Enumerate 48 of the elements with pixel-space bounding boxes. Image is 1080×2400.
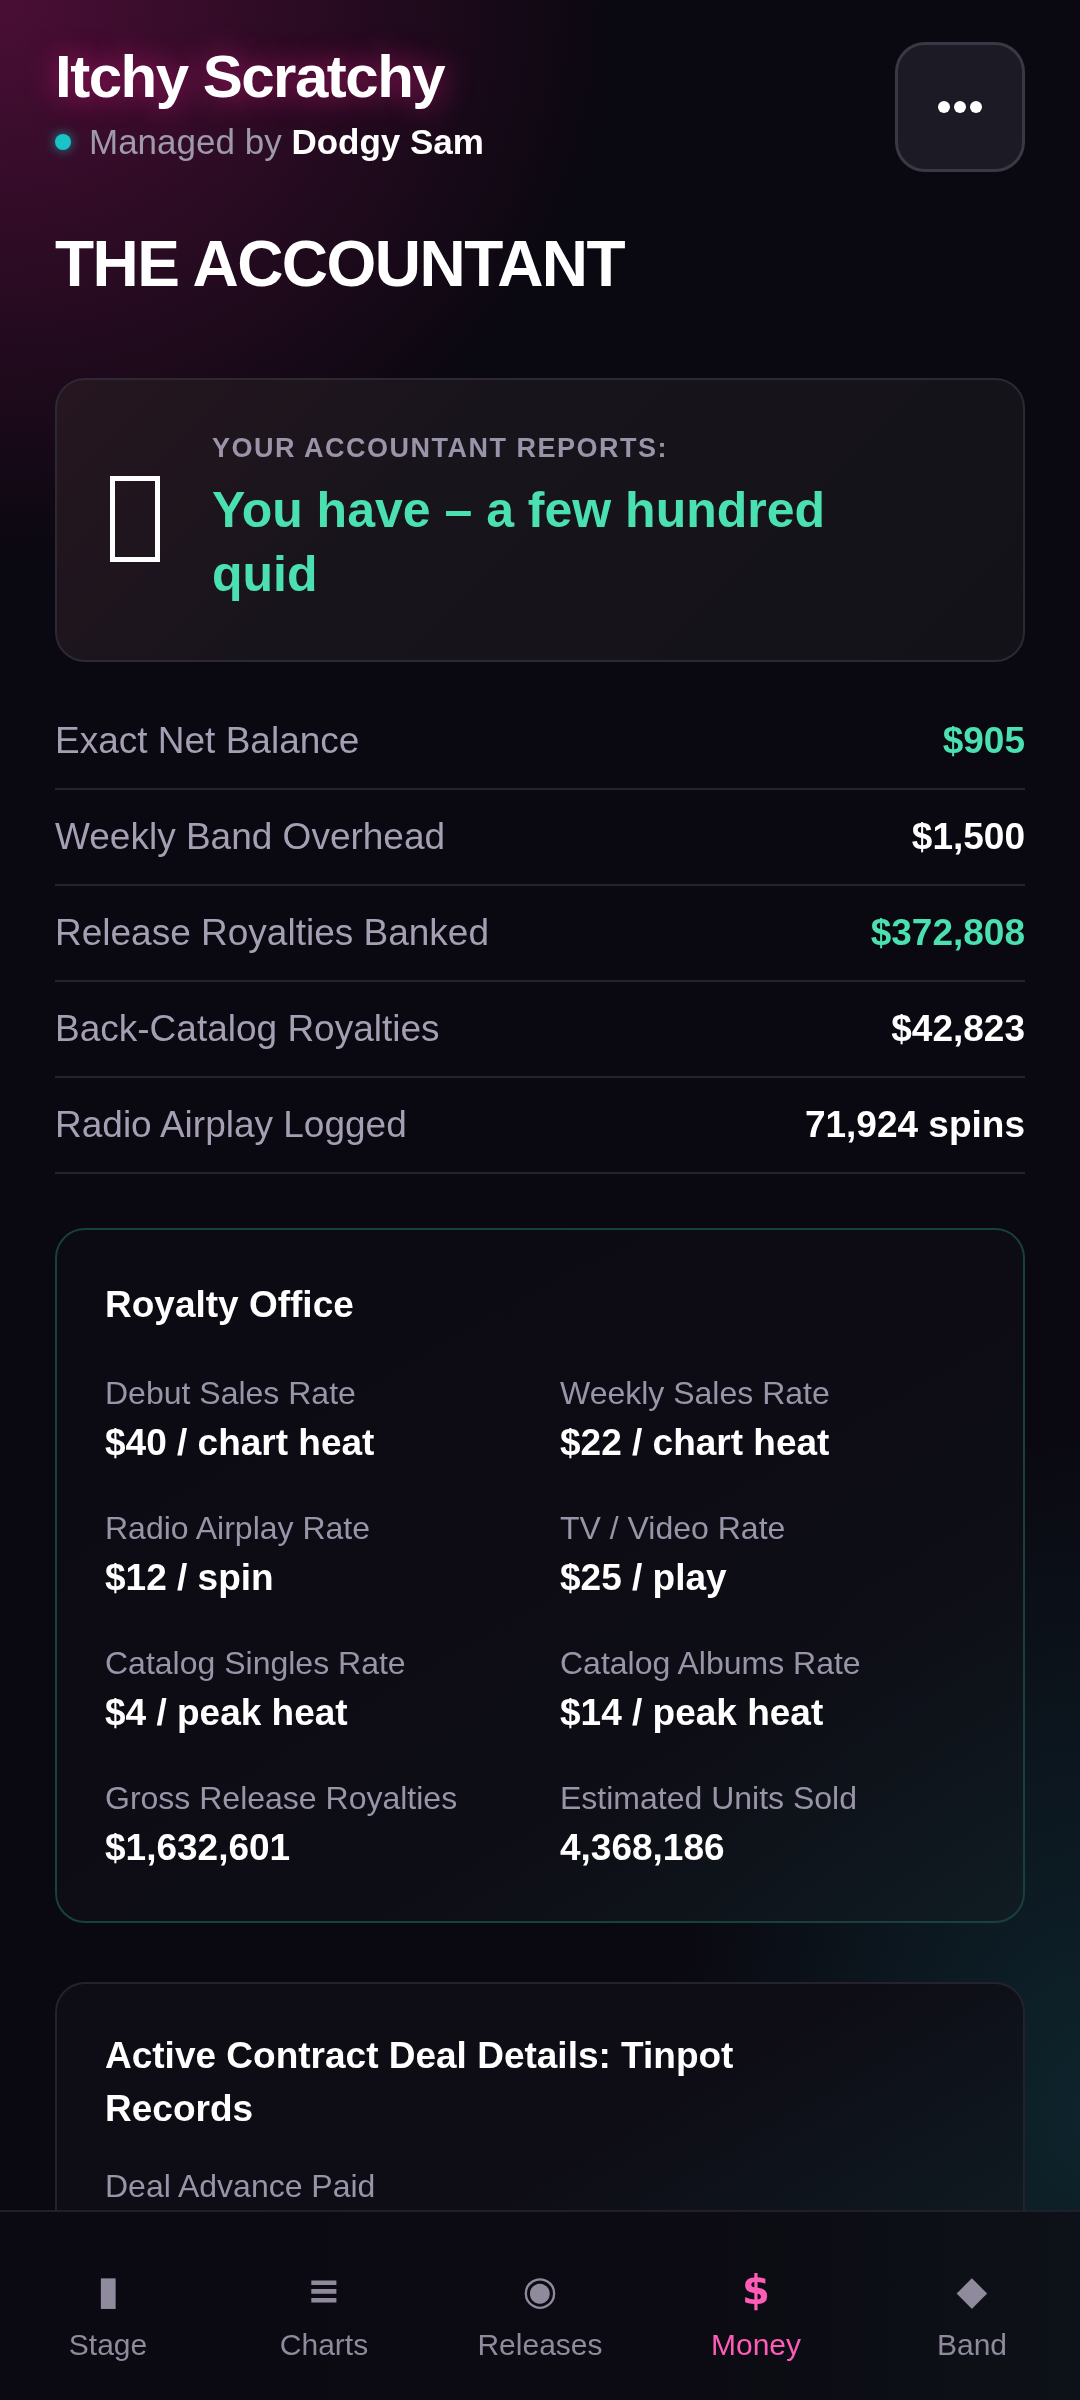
stat-label: Catalog Singles Rate	[105, 1644, 407, 1683]
summary-label: Back-Catalog Royalties	[55, 1007, 440, 1051]
summary-label: Exact Net Balance	[55, 719, 360, 763]
stat-label: Radio Airplay Rate	[105, 1509, 372, 1548]
empty-box-icon	[110, 475, 160, 562]
summary-label: Weekly Band Overhead	[55, 815, 446, 859]
summary-value: $905	[942, 719, 1025, 763]
nav-tab[interactable]: ≡ Charts	[216, 2212, 432, 2400]
summary-value: $372,808	[870, 911, 1025, 955]
stat-value: $14 / peak heat	[560, 1691, 825, 1735]
band-name: Itchy Scratchy	[55, 42, 445, 112]
summary-value: $1,500	[911, 815, 1025, 859]
page-title: THE ACCOUNTANT	[55, 227, 626, 302]
summary-value: 71,924 spins	[804, 1103, 1025, 1147]
dollar-icon: $	[742, 2265, 770, 2315]
manager-text: Managed by Dodgy Sam	[89, 121, 484, 163]
stat-value: 4,368,186	[560, 1826, 726, 1870]
summary-label: Radio Airplay Logged	[55, 1103, 407, 1147]
more-button[interactable]	[895, 42, 1025, 172]
report-verdict: You have – a few hundred quid	[212, 481, 827, 604]
card-title: Active Contract Deal Details: Tinpot Records	[105, 2034, 735, 2131]
bar-icon: ▮	[97, 2265, 119, 2315]
stat-value: $22 / chart heat	[560, 1421, 831, 1465]
stat-value: $12 / spin	[105, 1556, 275, 1600]
nav-tab[interactable]: ◆ Band	[864, 2212, 1080, 2400]
circle-dot-icon: ◉	[522, 2265, 558, 2315]
stat-label: Weekly Sales Rate	[560, 1374, 831, 1413]
field-label: Deal Advance Paid	[105, 2167, 377, 2206]
status-dot-icon	[55, 134, 71, 150]
stat-label: Estimated Units Sold	[560, 1779, 858, 1818]
nav-tab[interactable]: $ Money	[648, 2212, 864, 2400]
stat-value: $4 / peak heat	[105, 1691, 349, 1735]
stat-label: Gross Release Royalties	[105, 1779, 459, 1818]
stat-value: $1,632,601	[105, 1826, 292, 1870]
nav-tab[interactable]: ▮ Stage	[0, 2212, 216, 2400]
stat-label: Catalog Albums Rate	[560, 1644, 862, 1683]
card-title: Royalty Office	[105, 1283, 355, 1327]
summary-label: Release Royalties Banked	[55, 911, 489, 955]
diamond-icon: ◆	[956, 2265, 988, 2315]
more-icon	[938, 101, 982, 113]
report-label: YOUR ACCOUNTANT REPORTS:	[212, 432, 669, 465]
nav-tab[interactable]: ◉ Releases	[432, 2212, 648, 2400]
stat-label: TV / Video Rate	[560, 1509, 787, 1548]
stat-label: Debut Sales Rate	[105, 1374, 357, 1413]
stat-value: $25 / play	[560, 1556, 728, 1600]
summary-value: $42,823	[891, 1007, 1025, 1051]
lines-icon: ≡	[307, 2265, 341, 2315]
stat-value: $40 / chart heat	[105, 1421, 376, 1465]
